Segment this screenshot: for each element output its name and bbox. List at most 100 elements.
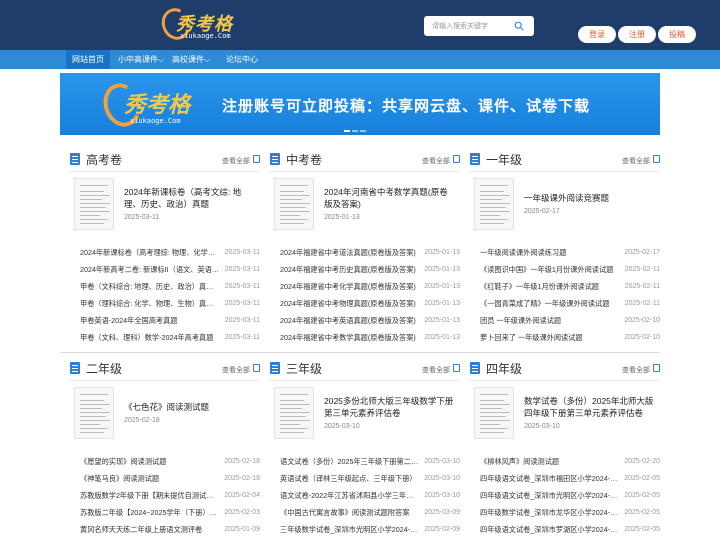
featured-item[interactable]: 一年级课外阅读竞赛题 2025-02-17 (470, 178, 660, 234)
view-all-icon[interactable] (253, 364, 260, 372)
list-item-title[interactable]: 团员 一年级课外阅读试题 (480, 312, 620, 329)
list-item[interactable]: 四年级数学试卷_深圳市龙华区小学2024-2025 2025-02-05 (470, 504, 660, 521)
nav-item-home[interactable]: 网站首页 (66, 50, 110, 69)
nav-item-k12[interactable]: 小中高课件⌵ (112, 50, 170, 69)
list-item-title[interactable]: 2024年新课标卷（高考理综: 物理、化学、生物）真题 (80, 244, 220, 261)
list-item[interactable]: 三年级数学试卷_深圳市光明区小学2024-2025 2025-02-09 (270, 521, 460, 538)
list-item[interactable]: 甲卷（理科综合: 化学、物理、生物）真题-2024年 2025-03-11 (70, 295, 260, 312)
search-input[interactable] (424, 16, 512, 36)
list-item[interactable]: 《红鞋子》一年级1月份课外阅读试题 2025-02-11 (470, 278, 660, 295)
list-item-title[interactable]: 2024年福建省中考数学真题(原卷版及答案) (280, 329, 420, 346)
list-item[interactable]: 语文试卷-2022年江苏省沭阳县小学三年级期末 2025-03-10 (270, 487, 460, 504)
list-item[interactable]: 甲卷（文科综合: 地理、历史、政治）真题-2024年高考 2025-03-11 (70, 278, 260, 295)
featured-title[interactable]: 数学试卷（多份）2025年北师大版四年级下册第三单元素养评估卷 (524, 395, 654, 419)
list-item-title[interactable]: 《一园青菜成了精》一年级课外阅读试题 (480, 295, 620, 312)
view-all-link[interactable]: 查看全部 (422, 156, 450, 166)
featured-title[interactable]: 2024年新课标卷（高考文综: 地理、历史、政治）真题 (124, 186, 254, 210)
featured-title[interactable]: 《七色花》阅读测试题 (124, 401, 254, 413)
list-item-title[interactable]: 2024年新高考二卷: 新课标II（语文、英语、数学） (80, 261, 220, 278)
banner-dot-2[interactable] (352, 130, 358, 132)
list-item[interactable]: 萝卜回来了 一年级课外阅读试题 2025-02-10 (470, 329, 660, 346)
list-item[interactable]: 2024年新高考二卷: 新课标II（语文、英语、数学） 2025-03-11 (70, 261, 260, 278)
document-thumbnail[interactable] (74, 387, 114, 439)
list-item-title[interactable]: 英语试卷（译林三年级起点、三年级下册） (280, 470, 420, 487)
list-item[interactable]: 《一园青菜成了精》一年级课外阅读试题 2025-02-11 (470, 295, 660, 312)
list-item-title[interactable]: 《中国古代寓言故事》阅读测试题附答案 (280, 504, 420, 521)
nav-item-college[interactable]: 高校课件⌵ (166, 50, 216, 69)
list-item-title[interactable]: 四年级语文试卷_深圳市罗湖区小学2024-2025 (480, 521, 620, 538)
list-item-title[interactable]: 2024年福建省中考道法真题(原卷版及答案) (280, 244, 420, 261)
featured-item[interactable]: 2024年河南省中考数学真题(原卷版及答案) 2025-01-13 (270, 178, 460, 234)
view-all-icon[interactable] (253, 155, 260, 163)
list-item-title[interactable]: 2024年福建省中考英语真题(原卷版及答案) (280, 312, 420, 329)
list-item-title[interactable]: 甲卷（文科综合: 地理、历史、政治）真题-2024年高考 (80, 278, 220, 295)
list-item[interactable]: 四年级语文试卷_深圳市罗湖区小学2024-2025 2025-02-05 (470, 521, 660, 538)
document-thumbnail[interactable] (74, 178, 114, 230)
list-item-title[interactable]: 四年级语文试卷_深圳市光明区小学2024-2025 (480, 487, 620, 504)
list-item[interactable]: 苏教版数学2年级下册【期末提优自测试卷】 2025-02-04 (70, 487, 260, 504)
list-item-title[interactable]: 2024年福建省中考物理真题(原卷版及答案) (280, 295, 420, 312)
list-item[interactable]: 《神笔马良》阅读测试题 2025-02-18 (70, 470, 260, 487)
list-item[interactable]: 《读图识中国》一年级1月份课外阅读试题 2025-02-11 (470, 261, 660, 278)
document-thumbnail[interactable] (274, 178, 314, 230)
list-item[interactable]: 四年级语文试卷_深圳市光明区小学2024-2025 2025-02-05 (470, 487, 660, 504)
list-item-title[interactable]: 《神笔马良》阅读测试题 (80, 470, 220, 487)
list-item[interactable]: 2024年福建省中考道法真题(原卷版及答案) 2025-01-13 (270, 244, 460, 261)
view-all-link[interactable]: 查看全部 (622, 365, 650, 375)
list-item[interactable]: 2024年福建省中考历史真题(原卷版及答案) 2025-01-13 (270, 261, 460, 278)
document-thumbnail[interactable] (474, 387, 514, 439)
list-item[interactable]: 2024年福建省中考英语真题(原卷版及答案) 2025-01-13 (270, 312, 460, 329)
featured-title[interactable]: 一年级课外阅读竞赛题 (524, 192, 654, 204)
submit-button[interactable]: 投稿 (658, 26, 696, 43)
featured-item[interactable]: 2024年新课标卷（高考文综: 地理、历史、政治）真题 2025-03-11 (70, 178, 260, 234)
list-item-title[interactable]: 语文试卷（多份）2025年三年级下册第二单元 (280, 453, 420, 470)
list-item[interactable]: 团员 一年级课外阅读试题 2025-02-10 (470, 312, 660, 329)
view-all-link[interactable]: 查看全部 (422, 365, 450, 375)
list-item-title[interactable]: 2024年福建省中考历史真题(原卷版及答案) (280, 261, 420, 278)
list-item[interactable]: 四年级语文试卷_深圳市福田区小学2024-2025 2025-02-05 (470, 470, 660, 487)
featured-title[interactable]: 2025多份北师大版三年级数学下册第三单元素养评估卷 (324, 395, 454, 419)
list-item[interactable]: 英语试卷（译林三年级起点、三年级下册） 2025-03-10 (270, 470, 460, 487)
view-all-icon[interactable] (453, 364, 460, 372)
view-all-link[interactable]: 查看全部 (222, 365, 250, 375)
list-item-title[interactable]: 四年级数学试卷_深圳市龙华区小学2024-2025 (480, 504, 620, 521)
list-item[interactable]: 2024年福建省中考化学真题(原卷版及答案) 2025-01-13 (270, 278, 460, 295)
list-item[interactable]: 2024年福建省中考物理真题(原卷版及答案) 2025-01-13 (270, 295, 460, 312)
list-item-title[interactable]: 黄冈名师天天练二年级上册语文测评卷 (80, 521, 220, 538)
list-item-title[interactable]: 2024年福建省中考化学真题(原卷版及答案) (280, 278, 420, 295)
register-button[interactable]: 注册 (618, 26, 656, 43)
login-button[interactable]: 登录 (578, 26, 616, 43)
list-item[interactable]: 一年级阅读课外阅读练习题 2025-02-17 (470, 244, 660, 261)
list-item-title[interactable]: 《柳林风声》阅读测试题 (480, 453, 620, 470)
featured-item[interactable]: 《七色花》阅读测试题 2025-02-18 (70, 387, 260, 443)
list-item[interactable]: 《柳林风声》阅读测试题 2025-02-20 (470, 453, 660, 470)
view-all-icon[interactable] (453, 155, 460, 163)
list-item[interactable]: 苏教版二年级【2024~2025学年（下册）期中测试卷】 2025-02-03 (70, 504, 260, 521)
nav-item-forum[interactable]: 论坛中心 (220, 50, 264, 69)
list-item-title[interactable]: 《愿望的实现》阅读测试题 (80, 453, 220, 470)
list-item-title[interactable]: 甲卷（文科、理科）数学-2024年高考真题 (80, 329, 220, 346)
view-all-icon[interactable] (653, 364, 660, 372)
list-item-title[interactable]: 一年级阅读课外阅读练习题 (480, 244, 620, 261)
list-item[interactable]: 黄冈名师天天练二年级上册语文测评卷 2025-01-09 (70, 521, 260, 538)
banner-dot-3[interactable] (360, 130, 366, 132)
featured-item[interactable]: 数学试卷（多份）2025年北师大版四年级下册第三单元素养评估卷 2025-03-1… (470, 387, 660, 443)
view-all-link[interactable]: 查看全部 (622, 156, 650, 166)
featured-title[interactable]: 2024年河南省中考数学真题(原卷版及答案) (324, 186, 454, 210)
list-item-title[interactable]: 苏教版二年级【2024~2025学年（下册）期中测试卷】 (80, 504, 220, 521)
list-item[interactable]: 2024年新课标卷（高考理综: 物理、化学、生物）真题 2025-03-11 (70, 244, 260, 261)
view-all-link[interactable]: 查看全部 (222, 156, 250, 166)
list-item[interactable]: 2024年福建省中考数学真题(原卷版及答案) 2025-01-13 (270, 329, 460, 346)
list-item-title[interactable]: 《红鞋子》一年级1月份课外阅读试题 (480, 278, 620, 295)
list-item-title[interactable]: 语文试卷-2022年江苏省沭阳县小学三年级期末 (280, 487, 420, 504)
search-icon[interactable] (514, 21, 524, 31)
list-item[interactable]: 《中国古代寓言故事》阅读测试题附答案 2025-03-09 (270, 504, 460, 521)
list-item-title[interactable]: 四年级语文试卷_深圳市福田区小学2024-2025 (480, 470, 620, 487)
list-item-title[interactable]: 三年级数学试卷_深圳市光明区小学2024-2025 (280, 521, 420, 538)
list-item-title[interactable]: 甲卷英语-2024年全国高考真题 (80, 312, 220, 329)
list-item-title[interactable]: 甲卷（理科综合: 化学、物理、生物）真题-2024年 (80, 295, 220, 312)
list-item[interactable]: 甲卷（文科、理科）数学-2024年高考真题 2025-03-11 (70, 329, 260, 346)
list-item[interactable]: 《愿望的实现》阅读测试题 2025-02-18 (70, 453, 260, 470)
list-item-title[interactable]: 苏教版数学2年级下册【期末提优自测试卷】 (80, 487, 220, 504)
list-item-title[interactable]: 萝卜回来了 一年级课外阅读试题 (480, 329, 620, 346)
